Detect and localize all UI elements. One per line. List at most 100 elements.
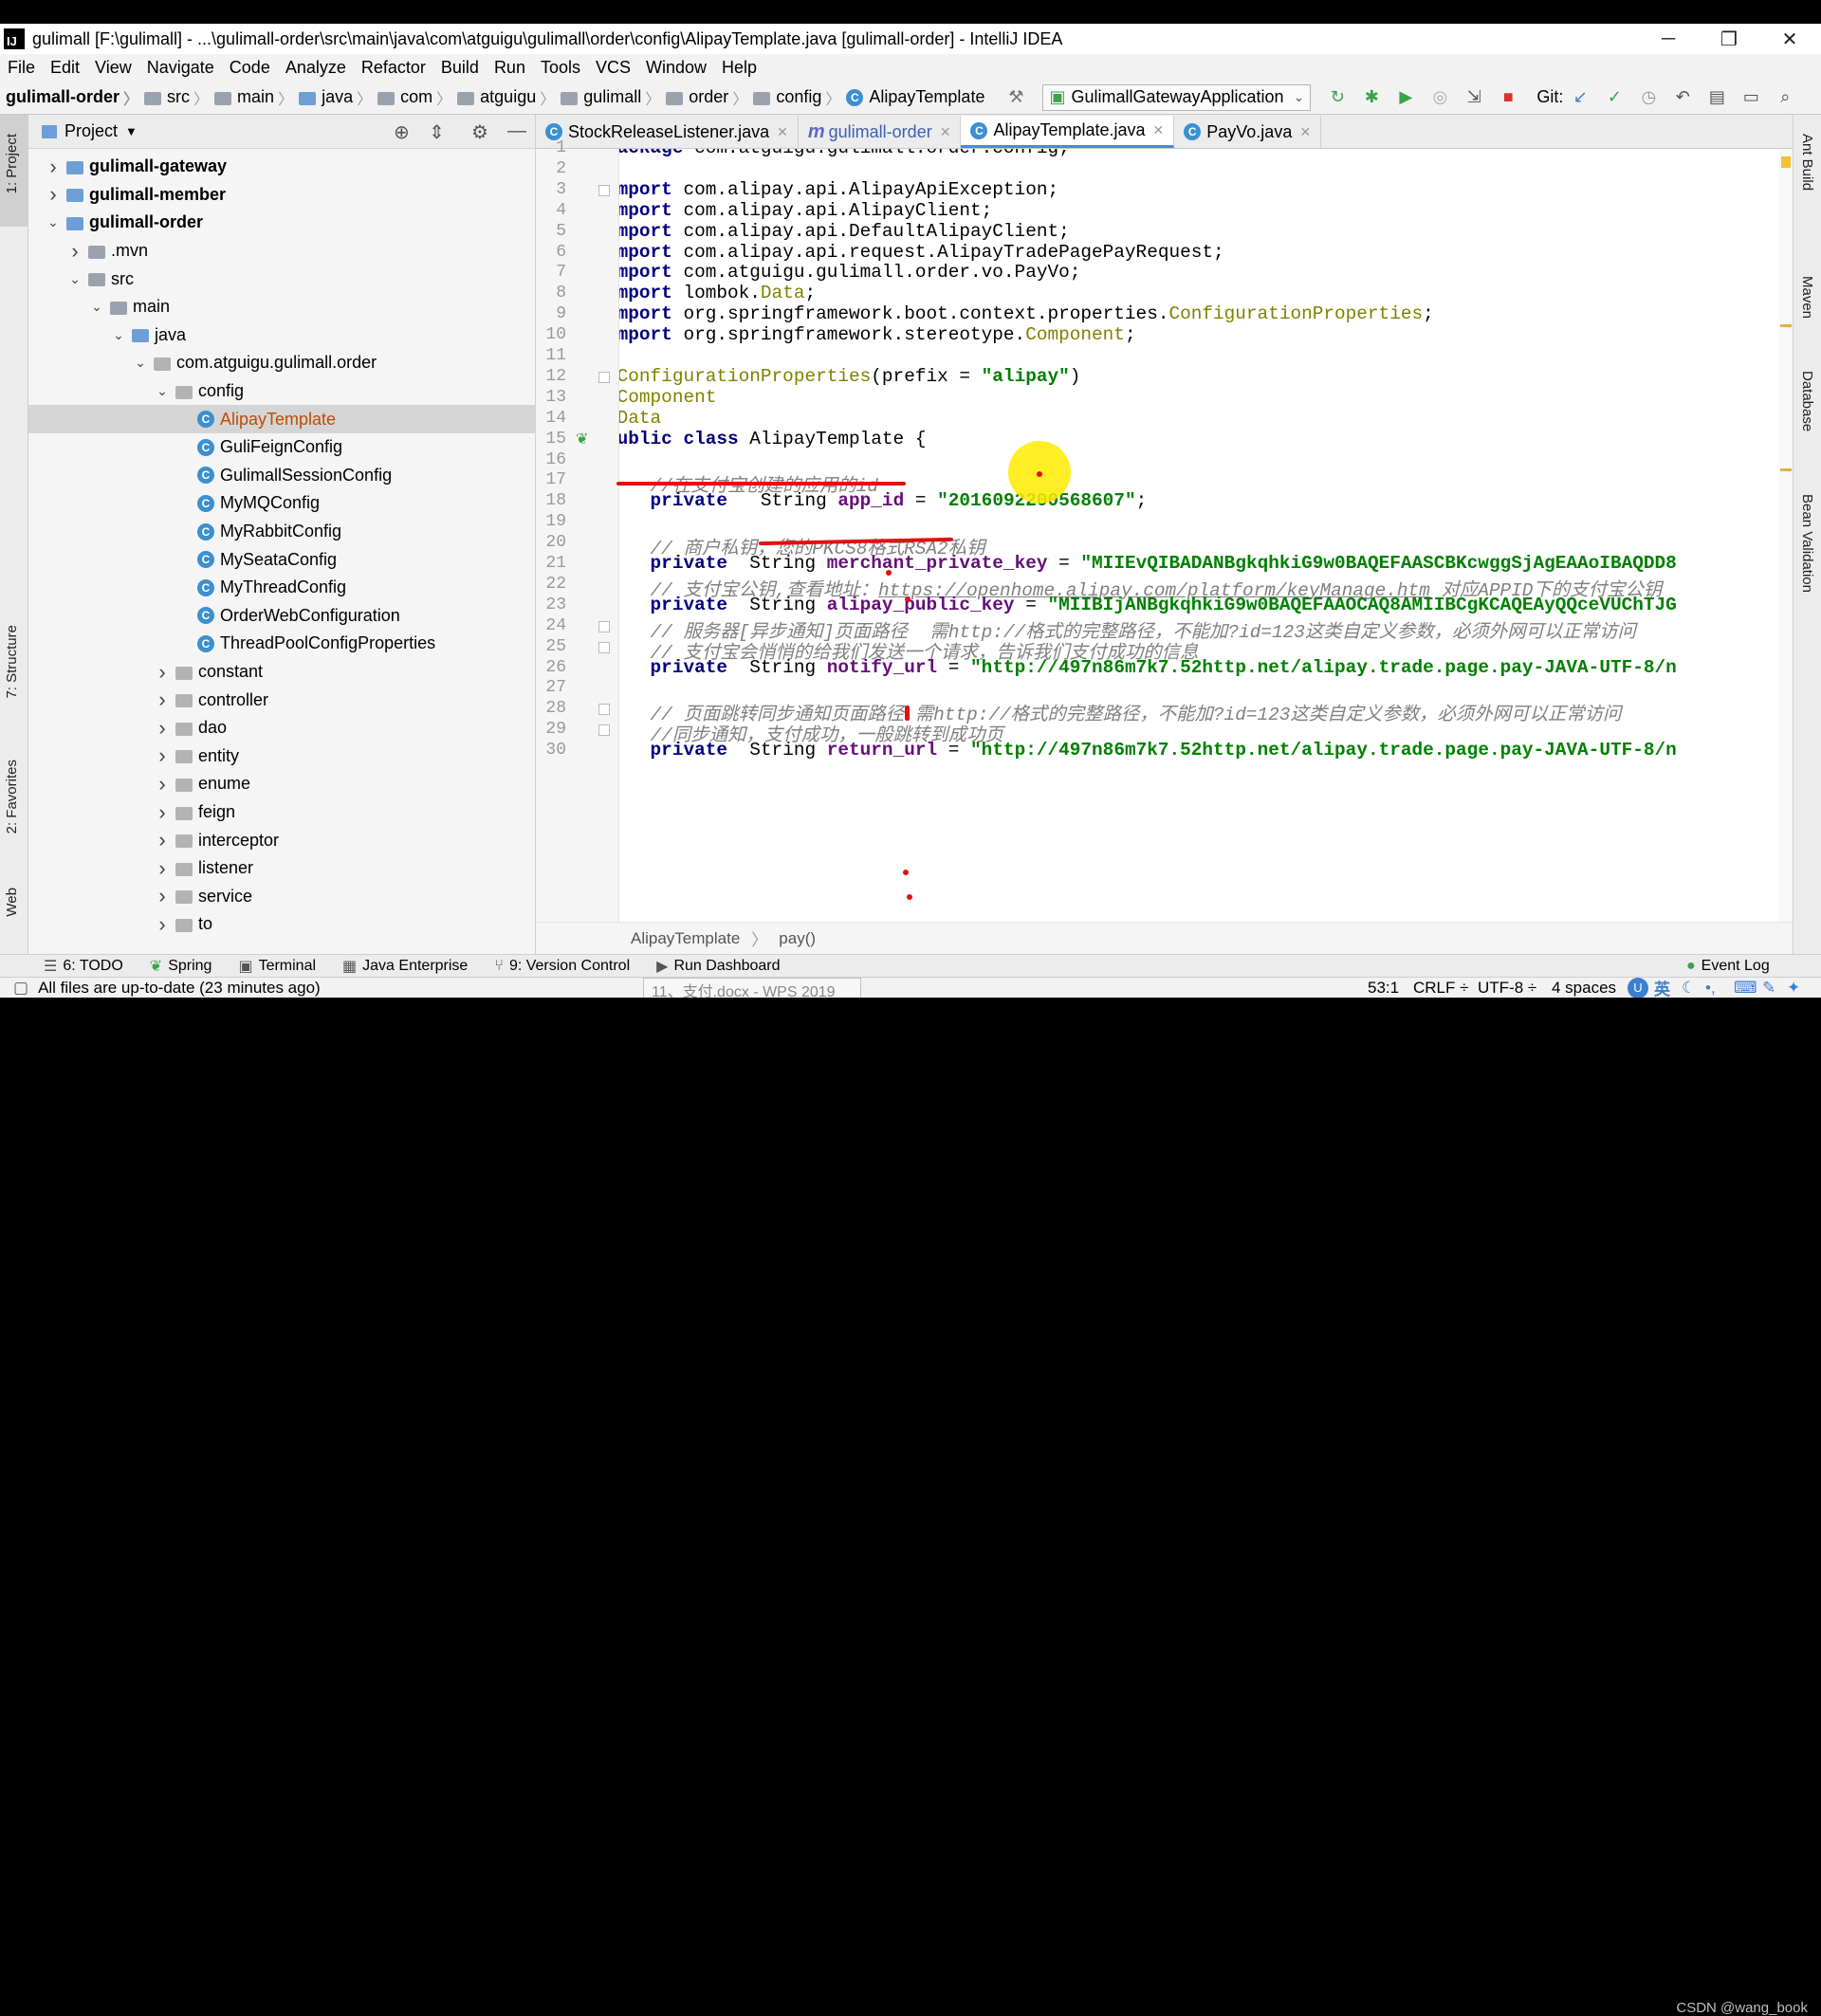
tool-database[interactable]: Database [1799, 371, 1815, 431]
tree-item[interactable]: C MyThreadConfig [28, 574, 536, 602]
fold-marker-icon[interactable] [598, 704, 610, 716]
tree-item[interactable]: C GuliFeignConfig [28, 433, 536, 462]
close-tab-icon[interactable]: ✕ [1153, 122, 1165, 138]
tree-item[interactable]: ⌄ java [28, 321, 536, 350]
chevron-right-icon[interactable]: › [153, 856, 172, 881]
ime-logo-icon[interactable]: U [1628, 977, 1648, 998]
code-line[interactable]: import com.alipay.api.request.AlipayTrad… [619, 242, 1224, 263]
tool-run-dashboard[interactable]: ▶ Run Dashboard [656, 957, 780, 976]
menu-help[interactable]: Help [714, 58, 764, 78]
editor-scrollbar[interactable] [1779, 149, 1793, 922]
code-line[interactable]: @ConfigurationProperties(prefix = "alipa… [619, 366, 1080, 387]
chevron-right-icon[interactable]: › [44, 182, 63, 207]
code-line[interactable]: private String merchant_private_key = "M… [619, 553, 1677, 574]
ime-moon-icon[interactable]: ☾ [1682, 979, 1696, 998]
tool-java-enterprise[interactable]: ▦ Java Enterprise [342, 957, 468, 976]
indent-setting[interactable]: 4 spaces [1552, 979, 1616, 998]
code-line[interactable]: import com.alipay.api.DefaultAlipayClien… [619, 221, 1070, 242]
breadcrumb-class[interactable]: C AlipayTemplate [846, 87, 984, 107]
code-line[interactable]: package com.atguigu.gulimall.order.confi… [619, 149, 1070, 158]
error-stripe-marker[interactable] [1780, 468, 1792, 471]
inspection-status-icon[interactable] [1781, 156, 1791, 168]
tool-maven[interactable]: Maven [1799, 276, 1815, 319]
tree-item[interactable]: › gulimall-member [28, 181, 536, 210]
code-area[interactable]: package com.atguigu.gulimall.order.confi… [619, 149, 1793, 922]
chevron-down-icon[interactable]: ⌄ [131, 355, 150, 371]
project-structure-icon[interactable]: ▤ [1704, 85, 1729, 110]
profile-icon[interactable]: ◎ [1427, 85, 1452, 110]
code-line[interactable]: private String app_id = "201609220056860… [619, 490, 1148, 511]
ime-tools-icon[interactable]: ✎ [1762, 979, 1775, 998]
close-tab-icon[interactable]: ✕ [940, 124, 951, 140]
settings-gear-icon[interactable]: ⚙ [471, 120, 488, 144]
chevron-down-icon[interactable]: ⌄ [65, 271, 84, 287]
menu-file[interactable]: File [0, 58, 43, 78]
locate-file-icon[interactable]: ⊕ [394, 120, 410, 144]
menu-vcs[interactable]: VCS [588, 58, 638, 78]
fold-marker-icon[interactable] [598, 724, 610, 737]
tool-web[interactable]: Web [4, 888, 20, 917]
ime-punctuation-icon[interactable]: •, [1705, 979, 1716, 998]
tree-item[interactable]: › controller [28, 686, 536, 714]
menu-navigate[interactable]: Navigate [139, 58, 222, 78]
tool-todo[interactable]: ☰ 6: TODO [44, 957, 123, 976]
tree-item[interactable]: › service [28, 883, 536, 911]
menu-edit[interactable]: Edit [43, 58, 87, 78]
tree-item[interactable]: C MyMQConfig [28, 489, 536, 518]
fold-marker-icon[interactable] [598, 620, 610, 632]
chevron-down-icon[interactable]: ⌄ [109, 327, 128, 343]
chevron-right-icon[interactable]: › [153, 912, 172, 937]
collapse-all-icon[interactable]: ⇕ [429, 120, 445, 144]
code-line[interactable]: private String alipay_public_key = "MIIB… [619, 595, 1677, 615]
attach-debugger-icon[interactable]: ⇲ [1462, 85, 1486, 110]
fold-marker-icon[interactable] [598, 641, 610, 653]
chevron-right-icon[interactable]: › [153, 800, 172, 825]
menu-run[interactable]: Run [487, 58, 533, 78]
code-line[interactable]: import org.springframework.boot.context.… [619, 303, 1434, 324]
tree-item[interactable]: › listener [28, 854, 536, 883]
chevron-right-icon[interactable]: › [153, 884, 172, 908]
stop-icon[interactable]: ■ [1496, 85, 1520, 110]
rerun-icon[interactable]: ↻ [1325, 85, 1350, 110]
tree-item[interactable]: › interceptor [28, 826, 536, 854]
tree-item[interactable]: C MyRabbitConfig [28, 518, 536, 546]
tool-terminal[interactable]: ▣ Terminal [238, 957, 316, 976]
restore-button[interactable]: ❐ [1699, 24, 1759, 54]
code-line[interactable]: import com.alipay.api.AlipayClient; [619, 200, 992, 221]
fold-marker-icon[interactable] [598, 184, 610, 196]
tool-project[interactable]: 1: Project [4, 134, 20, 193]
code-line[interactable]: import com.atguigu.gulimall.order.vo.Pay… [619, 262, 1080, 283]
breadcrumb-config[interactable]: config 〉 [753, 86, 846, 109]
code-line[interactable]: public class AlipayTemplate { [619, 429, 926, 449]
code-line[interactable]: import org.springframework.stereotype.Co… [619, 324, 1136, 345]
editor-breadcrumb-class[interactable]: AlipayTemplate [631, 929, 740, 948]
project-view-select[interactable]: Project [64, 121, 118, 141]
tree-item[interactable]: C GulimallSessionConfig [28, 462, 536, 490]
tool-favorites[interactable]: 2: Favorites [4, 760, 20, 834]
tool-structure[interactable]: 7: Structure [4, 625, 20, 699]
tree-item[interactable]: ⌄ src [28, 265, 536, 293]
menu-code[interactable]: Code [222, 58, 278, 78]
file-encoding[interactable]: UTF-8 ÷ [1478, 979, 1536, 998]
breadcrumb-atguigu[interactable]: atguigu 〉 [457, 86, 561, 109]
tool-spring[interactable]: ❦ Spring [150, 957, 212, 976]
breadcrumb-order[interactable]: order 〉 [666, 86, 753, 109]
chevron-down-icon[interactable]: ⌄ [87, 299, 106, 315]
editor-tab[interactable]: C StockReleaseListener.java ✕ [536, 116, 799, 148]
run-with-coverage-icon[interactable]: ▶ [1393, 85, 1418, 110]
tree-item[interactable]: › to [28, 910, 536, 939]
tree-item[interactable]: › gulimall-gateway [28, 153, 536, 181]
tree-item[interactable]: ⌄ main [28, 293, 536, 321]
vcs-rollback-icon[interactable]: ↶ [1670, 85, 1695, 110]
ime-settings-icon[interactable]: ✦ [1787, 979, 1800, 998]
tool-version-control[interactable]: ⑂ 9: Version Control [494, 958, 630, 975]
presentation-icon[interactable]: ▭ [1738, 85, 1763, 110]
close-button[interactable]: ✕ [1759, 24, 1820, 54]
tree-item[interactable]: C AlipayTemplate [28, 405, 536, 433]
tree-item[interactable]: › constant [28, 658, 536, 687]
tree-item[interactable]: C OrderWebConfiguration [28, 602, 536, 631]
line-separator[interactable]: CRLF ÷ [1413, 979, 1468, 998]
search-icon[interactable]: ⌕ [1773, 85, 1797, 110]
close-tab-icon[interactable]: ✕ [1299, 124, 1311, 140]
menu-tools[interactable]: Tools [533, 58, 588, 78]
